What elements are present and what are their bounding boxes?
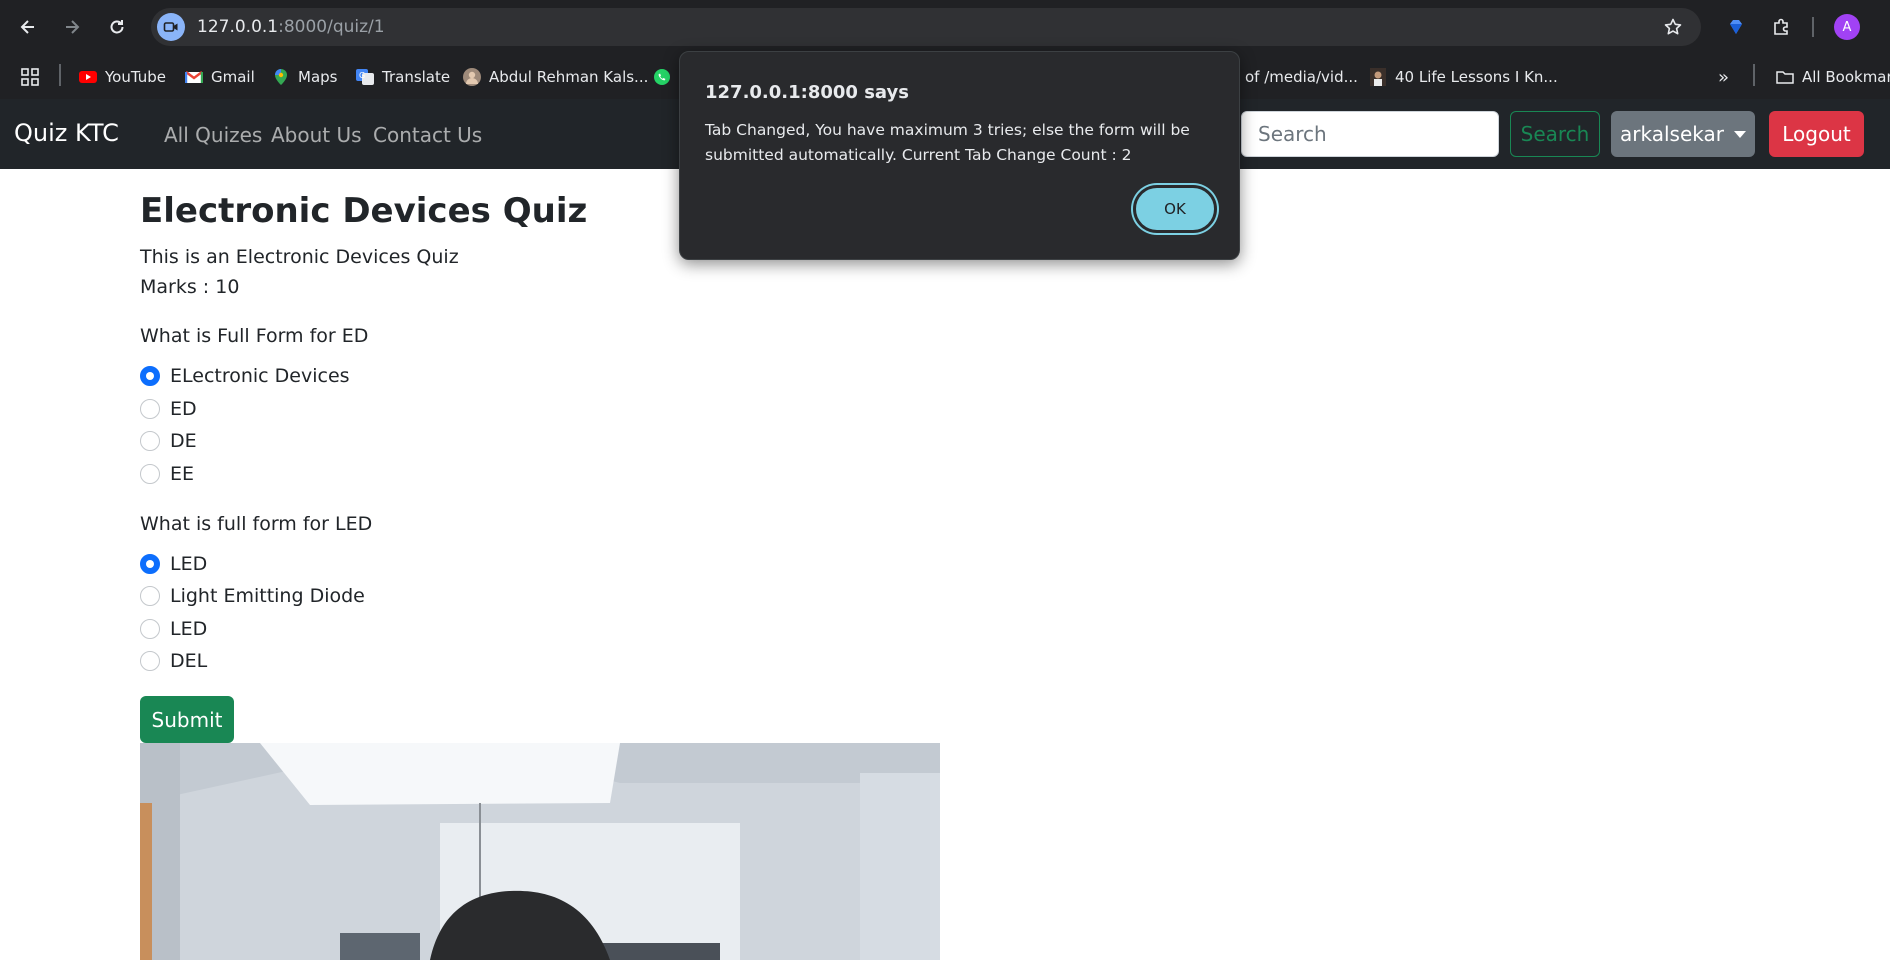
webcam-feed — [140, 743, 940, 960]
answer-option[interactable]: LED — [140, 617, 207, 641]
nav-link-all-quizes[interactable]: All Quizes — [164, 123, 262, 147]
option-label[interactable]: ELectronic Devices — [170, 365, 350, 387]
bookmark-label: YouTube — [105, 68, 166, 86]
webcam-image — [140, 743, 940, 960]
bookmark-label: Translate — [382, 68, 451, 86]
caret-down-icon — [1733, 130, 1746, 138]
ok-label: OK — [1164, 200, 1186, 218]
option-label[interactable]: EE — [170, 463, 194, 485]
extension-gem-icon[interactable] — [1723, 14, 1749, 40]
forward-icon[interactable] — [57, 12, 87, 42]
radio-unchecked[interactable] — [140, 399, 160, 419]
svg-text:G: G — [359, 71, 365, 80]
bookmarks-overflow-icon[interactable]: » — [1718, 65, 1729, 89]
option-label[interactable]: DE — [170, 430, 197, 452]
bookmark-youtube[interactable]: YouTube — [79, 65, 166, 89]
option-label[interactable]: Light Emitting Diode — [170, 585, 365, 607]
bookmark-label: of /media/vid... — [1245, 68, 1358, 86]
radio-unchecked[interactable] — [140, 431, 160, 451]
url-path: :8000/quiz/1 — [278, 17, 385, 37]
quiz-marks: Marks : 10 — [140, 276, 240, 298]
option-label[interactable]: LED — [170, 618, 207, 640]
youtube-icon — [79, 68, 97, 86]
radio-unchecked[interactable] — [140, 586, 160, 606]
answer-option[interactable]: EE — [140, 462, 194, 486]
nav-link-contact-us[interactable]: Contact Us — [373, 123, 482, 147]
back-icon[interactable] — [13, 12, 43, 42]
radio-unchecked[interactable] — [140, 619, 160, 639]
address-bar[interactable]: 127.0.0.1:8000/quiz/1 — [151, 8, 1701, 46]
gmail-icon — [185, 68, 203, 86]
bookmark-label: Gmail — [211, 68, 255, 86]
all-bookmarks[interactable]: All Bookmarks — [1776, 65, 1890, 89]
bookmark-gmail[interactable]: Gmail — [185, 65, 255, 89]
folder-icon — [1776, 68, 1794, 86]
alert-dialog: 127.0.0.1:8000 says Tab Changed, You hav… — [679, 51, 1240, 260]
apps-grid-icon[interactable] — [20, 65, 40, 89]
submit-button[interactable]: Submit — [140, 696, 234, 743]
bookmarks-divider — [59, 64, 61, 86]
thumbnail-icon — [1369, 68, 1387, 86]
dialog-message: Tab Changed, You have maximum 3 tries; e… — [705, 121, 1190, 164]
search-input[interactable] — [1241, 111, 1499, 157]
quiz-description: This is an Electronic Devices Quiz — [140, 246, 459, 268]
bookmarks-divider — [1753, 64, 1755, 86]
navbar-brand[interactable]: Quiz KTC — [14, 119, 119, 147]
maps-icon — [272, 68, 290, 86]
search-button-label: Search — [1520, 122, 1590, 146]
user-name: arkalsekar — [1620, 122, 1724, 146]
submit-label: Submit — [151, 707, 223, 732]
search-button[interactable]: Search — [1510, 111, 1600, 157]
url-host: 127.0.0.1 — [197, 17, 279, 37]
question-text: What is Full Form for ED — [140, 325, 369, 347]
answer-option[interactable]: Light Emitting Diode — [140, 584, 365, 608]
dialog-title: 127.0.0.1:8000 says — [705, 82, 909, 103]
logout-button[interactable]: Logout — [1769, 111, 1864, 157]
bookmark-star-icon[interactable] — [1663, 17, 1683, 37]
option-label[interactable]: ED — [170, 398, 197, 420]
bookmark-label: Maps — [298, 68, 338, 86]
answer-option[interactable]: DEL — [140, 649, 207, 673]
radio-unchecked[interactable] — [140, 464, 160, 484]
bookmark-40-life-lessons[interactable]: 40 Life Lessons I Kn... — [1369, 65, 1558, 89]
user-dropdown-button[interactable]: arkalsekar — [1611, 111, 1755, 157]
nav-link-about-us[interactable]: About Us — [271, 123, 362, 147]
url-text[interactable]: 127.0.0.1:8000/quiz/1 — [197, 17, 385, 37]
avatar-icon — [463, 68, 481, 86]
option-label[interactable]: LED — [170, 553, 207, 575]
ok-button[interactable]: OK — [1133, 185, 1217, 233]
bookmark-abdul-rehman[interactable]: Abdul Rehman Kals... — [463, 65, 648, 89]
bookmark-translate[interactable]: G Translate — [356, 65, 450, 89]
bookmark-label: Abdul Rehman Kals... — [489, 68, 649, 86]
profile-avatar[interactable]: A — [1834, 14, 1860, 40]
question-text: What is full form for LED — [140, 513, 373, 535]
logout-label: Logout — [1782, 122, 1851, 146]
camera-in-use-icon[interactable] — [157, 13, 185, 41]
reload-icon[interactable] — [102, 12, 132, 42]
extensions-puzzle-icon[interactable] — [1768, 14, 1794, 40]
answer-option[interactable]: ELectronic Devices — [140, 364, 350, 388]
radio-checked[interactable] — [140, 554, 160, 574]
browser-toolbar: 127.0.0.1:8000/quiz/1 A — [0, 0, 1890, 54]
radio-checked[interactable] — [140, 366, 160, 386]
answer-option[interactable]: ED — [140, 397, 197, 421]
option-label[interactable]: DEL — [170, 650, 207, 672]
answer-option[interactable]: LED — [140, 552, 207, 576]
toolbar-divider — [1812, 17, 1814, 37]
radio-unchecked[interactable] — [140, 651, 160, 671]
whatsapp-icon — [653, 68, 671, 86]
bookmark-maps[interactable]: Maps — [272, 65, 337, 89]
answer-option[interactable]: DE — [140, 429, 197, 453]
all-bookmarks-label: All Bookmarks — [1802, 68, 1890, 86]
bookmark-media-vid[interactable]: of /media/vid... — [1245, 65, 1358, 89]
translate-icon: G — [356, 68, 374, 86]
bookmark-whatsapp[interactable] — [653, 65, 679, 89]
quiz-title: Electronic Devices Quiz — [140, 191, 588, 231]
bookmark-label: 40 Life Lessons I Kn... — [1395, 68, 1558, 86]
